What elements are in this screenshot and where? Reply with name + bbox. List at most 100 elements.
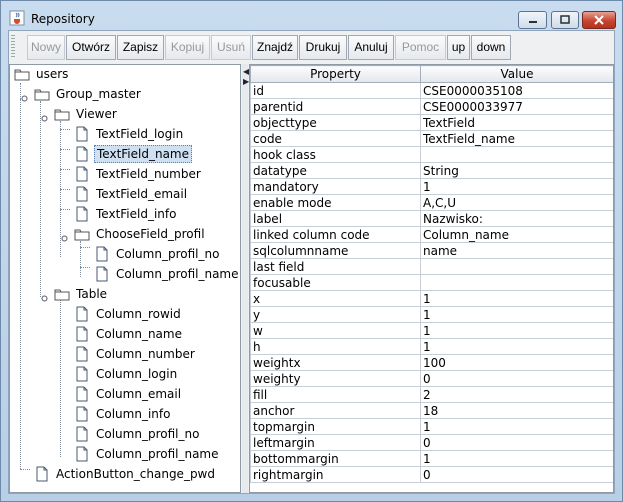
property-name-cell[interactable]: id — [250, 82, 421, 99]
property-name-cell[interactable]: focusable — [250, 274, 421, 291]
property-column-header[interactable]: Property — [250, 65, 421, 83]
table-row[interactable]: focusable — [250, 274, 613, 291]
table-row[interactable]: linked column code Column_name — [250, 226, 613, 243]
property-name-cell[interactable]: h — [250, 338, 421, 355]
table-row[interactable]: hook class — [250, 146, 613, 163]
value-column-header[interactable]: Value — [420, 65, 613, 83]
property-value-cell[interactable]: TextField_name — [420, 130, 613, 147]
table-row[interactable]: sqlcolumnname name — [250, 242, 613, 259]
table-row[interactable]: enable mode A,C,U — [250, 194, 613, 211]
table-row[interactable]: code TextField_name — [250, 130, 613, 147]
expand-toggle-icon[interactable] — [41, 111, 48, 122]
property-name-cell[interactable]: datatype — [250, 162, 421, 179]
expand-toggle-icon[interactable] — [41, 291, 48, 302]
table-row[interactable]: h1 — [250, 338, 613, 355]
cancel-button[interactable]: Anuluj — [348, 35, 394, 60]
property-name-cell[interactable]: x — [250, 290, 421, 307]
help-button[interactable]: Pomoc — [395, 35, 446, 60]
property-value-cell[interactable]: 0 — [420, 434, 613, 451]
property-value-cell[interactable]: A,C,U — [420, 194, 613, 211]
property-value-cell[interactable]: TextField — [420, 114, 613, 131]
minimize-button[interactable] — [518, 11, 547, 29]
property-name-cell[interactable]: mandatory — [250, 178, 421, 195]
property-value-cell[interactable]: 1 — [420, 450, 613, 467]
property-value-cell[interactable]: 1 — [420, 178, 613, 195]
copy-button[interactable]: Kopiuj — [165, 35, 210, 60]
property-value-cell[interactable] — [420, 274, 613, 291]
table-row[interactable]: topmargin 1 — [250, 418, 613, 435]
table-row[interactable]: y1 — [250, 306, 613, 323]
down-button[interactable]: down — [471, 35, 511, 60]
property-name-cell[interactable]: topmargin — [250, 418, 421, 435]
title-bar[interactable]: Repository — [1, 1, 622, 29]
save-button[interactable]: Zapisz — [117, 35, 164, 60]
delete-button[interactable]: Usuń — [211, 35, 251, 60]
property-value-cell[interactable]: 1 — [420, 418, 613, 435]
property-name-cell[interactable]: hook class — [250, 146, 421, 163]
property-name-cell[interactable]: parentid — [250, 98, 421, 115]
property-value-cell[interactable]: 0 — [420, 466, 613, 483]
repository-tree[interactable]: users Group_master Viewer TextField_login Te… — [9, 64, 241, 493]
table-row[interactable]: bottommargin 1 — [250, 450, 613, 467]
table-row[interactable]: anchor 18 — [250, 402, 613, 419]
table-row[interactable]: objecttype TextField — [250, 114, 613, 131]
split-divider[interactable] — [242, 64, 248, 493]
find-button[interactable]: Znajdź — [252, 35, 298, 60]
property-name-cell[interactable]: bottommargin — [250, 450, 421, 467]
property-value-cell[interactable]: CSE0000035108 — [420, 82, 613, 99]
property-value-cell[interactable] — [420, 146, 613, 163]
property-value-cell[interactable]: 1 — [420, 290, 613, 307]
property-value-cell[interactable]: 100 — [420, 354, 613, 371]
property-name-cell[interactable]: code — [250, 130, 421, 147]
property-value-cell[interactable] — [420, 258, 613, 275]
property-value-cell[interactable]: CSE0000033977 — [420, 98, 613, 115]
table-row[interactable]: leftmargin 0 — [250, 434, 613, 451]
table-row[interactable]: x1 — [250, 290, 613, 307]
property-name-cell[interactable]: fill — [250, 386, 421, 403]
property-name-cell[interactable]: last field — [250, 258, 421, 275]
table-row[interactable]: w1 — [250, 322, 613, 339]
property-value-cell[interactable]: Column_name — [420, 226, 613, 243]
table-row[interactable]: rightmargin 0 — [250, 466, 613, 483]
table-row[interactable]: weightx 100 — [250, 354, 613, 371]
property-value-cell[interactable]: name — [420, 242, 613, 259]
print-button[interactable]: Drukuj — [299, 35, 347, 60]
property-value-cell[interactable]: 0 — [420, 370, 613, 387]
maximize-button[interactable] — [551, 11, 579, 29]
property-value-cell[interactable]: Nazwisko: — [420, 210, 613, 227]
table-row[interactable]: mandatory 1 — [250, 178, 613, 195]
property-name-cell[interactable]: label — [250, 210, 421, 227]
close-button[interactable] — [582, 11, 616, 29]
toolbar-grip[interactable] — [11, 35, 15, 59]
open-button[interactable]: Otwórz — [66, 35, 116, 60]
property-name-cell[interactable]: weightx — [250, 354, 421, 371]
property-name-cell[interactable]: rightmargin — [250, 466, 421, 483]
property-name-cell[interactable]: weighty — [250, 370, 421, 387]
property-name-cell[interactable]: w — [250, 322, 421, 339]
property-name-cell[interactable]: sqlcolumnname — [250, 242, 421, 259]
up-button[interactable]: up — [447, 35, 470, 60]
tree-node-label: TextField_login — [96, 127, 184, 141]
property-value-cell[interactable]: 1 — [420, 322, 613, 339]
table-row[interactable]: last field — [250, 258, 613, 275]
property-name-cell[interactable]: leftmargin — [250, 434, 421, 451]
new-button[interactable]: Nowy — [27, 35, 65, 60]
property-value-cell[interactable]: 1 — [420, 306, 613, 323]
property-name-cell[interactable]: objecttype — [250, 114, 421, 131]
table-row[interactable]: parentid CSE0000033977 — [250, 98, 613, 115]
table-row[interactable]: fill 2 — [250, 386, 613, 403]
property-value-cell[interactable]: 2 — [420, 386, 613, 403]
table-row[interactable]: id CSE0000035108 — [250, 82, 613, 99]
expand-toggle-icon[interactable] — [21, 91, 28, 102]
property-value-cell[interactable]: String — [420, 162, 613, 179]
property-name-cell[interactable]: anchor — [250, 402, 421, 419]
expand-toggle-icon[interactable] — [61, 231, 68, 242]
property-name-cell[interactable]: linked column code — [250, 226, 421, 243]
property-name-cell[interactable]: y — [250, 306, 421, 323]
property-value-cell[interactable]: 18 — [420, 402, 613, 419]
property-name-cell[interactable]: enable mode — [250, 194, 421, 211]
table-row[interactable]: datatype String — [250, 162, 613, 179]
table-row[interactable]: label Nazwisko: — [250, 210, 613, 227]
table-row[interactable]: weighty 0 — [250, 370, 613, 387]
property-value-cell[interactable]: 1 — [420, 338, 613, 355]
